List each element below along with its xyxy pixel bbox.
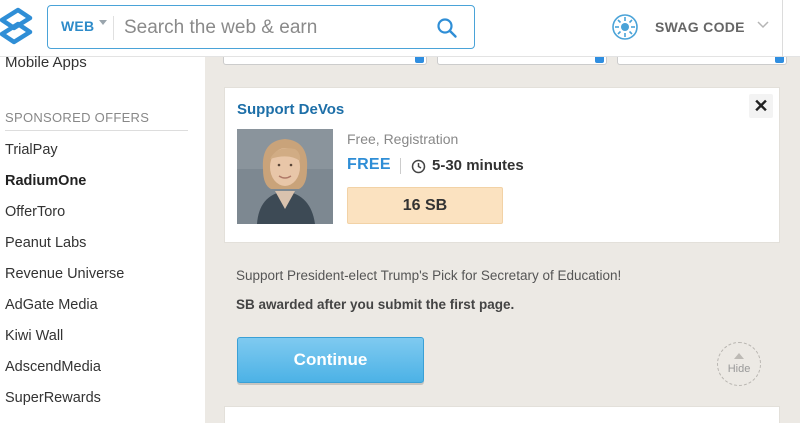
next-offer-card: [224, 406, 780, 423]
filter-dropdown[interactable]: [223, 57, 427, 65]
swag-code-icon[interactable]: [610, 12, 640, 42]
offer-title[interactable]: Support DeVos: [237, 101, 344, 118]
header-divider: [782, 0, 783, 57]
sidebar-item-trialpay[interactable]: TrialPay: [5, 142, 58, 158]
offer-duration: 5-30 minutes: [432, 157, 524, 174]
offer-description: Support President-elect Trump's Pick for…: [236, 268, 622, 283]
sidebar-item-kiwi-wall[interactable]: Kiwi Wall: [5, 328, 63, 344]
dropdown-handle[interactable]: [775, 57, 784, 63]
sidebar-item-superrewards[interactable]: SuperRewards: [5, 390, 101, 406]
sidebar-item-revenue-universe[interactable]: Revenue Universe: [5, 266, 124, 282]
sidebar-item-peanut-labs[interactable]: Peanut Labs: [5, 235, 86, 251]
sidebar-item-mobile-apps[interactable]: Mobile Apps: [5, 54, 87, 71]
search-bar: WEB: [47, 5, 475, 49]
sidebar-divider: [5, 130, 188, 131]
search-divider: [113, 16, 114, 40]
sidebar-item-adgate-media[interactable]: AdGate Media: [5, 297, 98, 313]
close-icon[interactable]: ✕: [749, 94, 773, 118]
hide-button[interactable]: Hide: [717, 342, 761, 386]
continue-button[interactable]: Continue: [237, 337, 424, 383]
offer-card: Support DeVos ✕ Free, Registration FREE …: [224, 87, 780, 243]
hide-label: Hide: [727, 363, 751, 375]
chevron-down-icon[interactable]: [756, 18, 770, 32]
meta-divider: [400, 158, 401, 174]
reward-badge: 16 SB: [347, 187, 503, 224]
filter-dropdown[interactable]: [617, 57, 787, 65]
search-scope-selector[interactable]: WEB: [61, 18, 94, 34]
offer-price: FREE: [347, 156, 391, 173]
dropdown-handle[interactable]: [595, 57, 604, 63]
chevron-down-icon[interactable]: [99, 20, 107, 26]
filter-dropdown[interactable]: [437, 57, 607, 65]
clock-icon: [411, 159, 426, 174]
offer-note: SB awarded after you submit the first pa…: [236, 297, 515, 312]
search-icon[interactable]: [436, 17, 458, 39]
sidebar: Mobile Apps SPONSORED OFFERS TrialPay Ra…: [0, 54, 205, 423]
sidebar-item-offertoro[interactable]: OfferToro: [5, 204, 65, 220]
offer-thumbnail[interactable]: [237, 129, 333, 224]
chevron-up-icon: [734, 353, 744, 359]
dropdown-handle[interactable]: [415, 57, 424, 63]
swag-code-label[interactable]: SWAG CODE: [655, 19, 745, 35]
swagbucks-logo-icon[interactable]: [0, 6, 34, 48]
search-input[interactable]: [124, 14, 424, 42]
sponsored-offers-heading: SPONSORED OFFERS: [5, 110, 150, 125]
sidebar-item-adscendmedia[interactable]: AdscendMedia: [5, 359, 101, 375]
offers-panel: Support DeVos ✕ Free, Registration FREE …: [205, 57, 800, 423]
offer-meta: Free, Registration: [347, 131, 459, 147]
top-header: WEB SWAG CODE: [0, 0, 800, 57]
sidebar-item-radiumone[interactable]: RadiumOne: [5, 173, 86, 189]
